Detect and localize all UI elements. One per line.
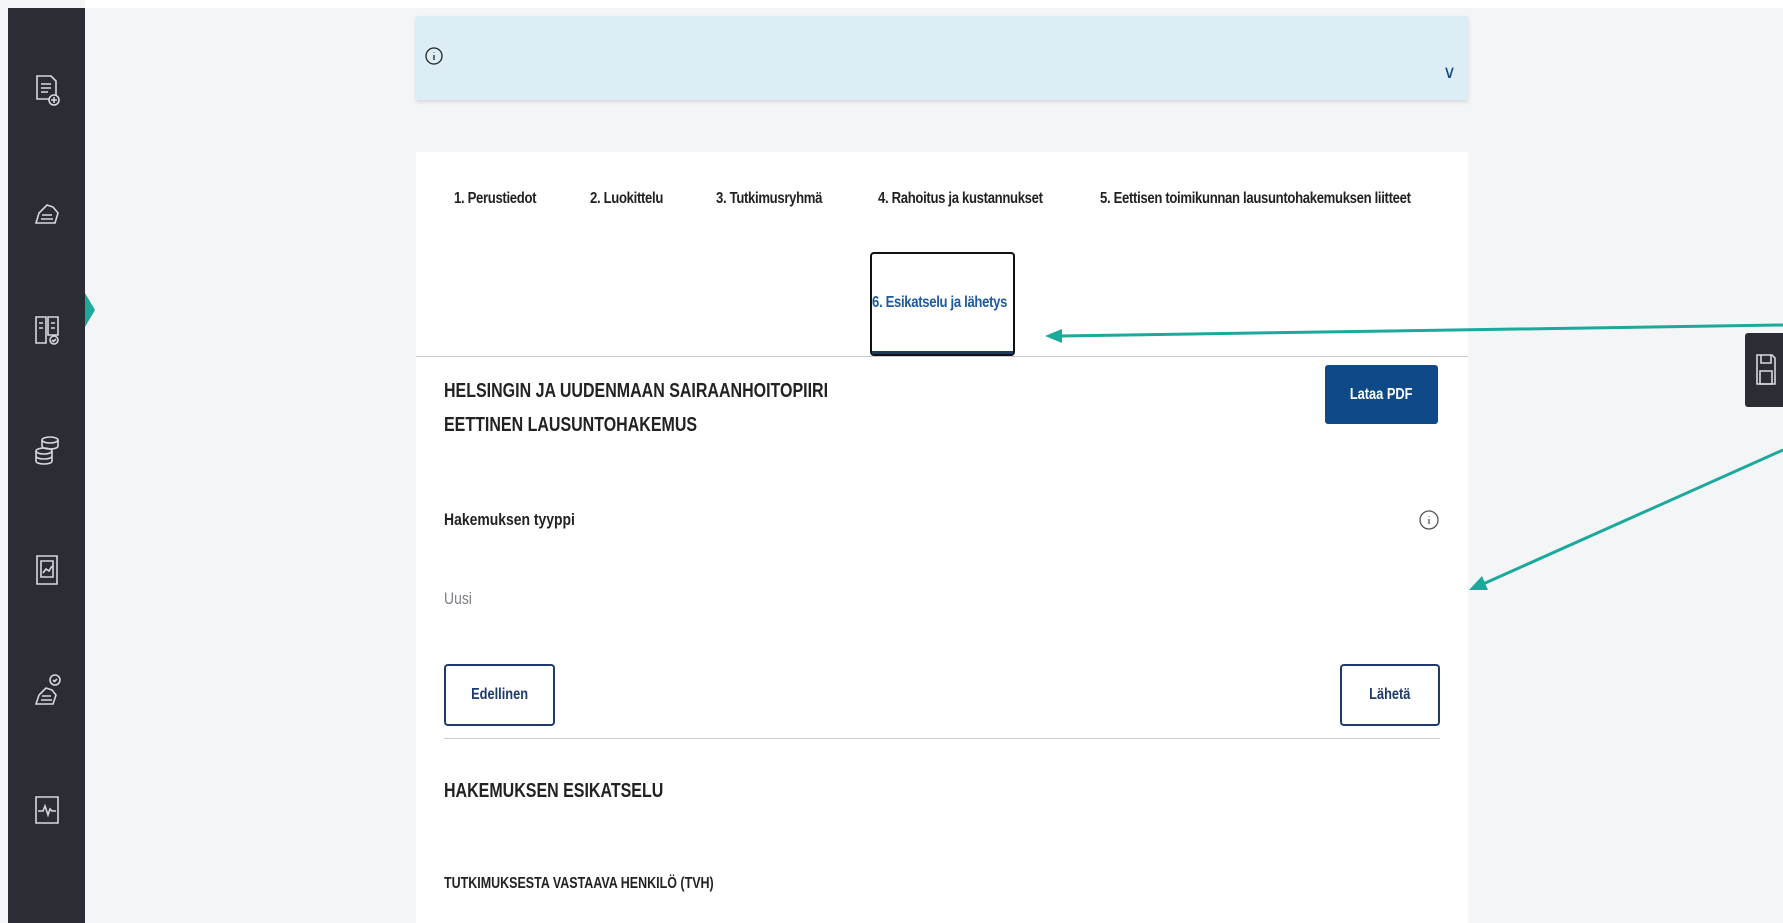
- annotation-arrowhead-send: [1469, 576, 1488, 590]
- handshake-check-icon[interactable]: [32, 673, 62, 707]
- send-button[interactable]: Lähetä: [1340, 664, 1440, 726]
- application-type-value: Uusi: [444, 589, 472, 608]
- info-icon: [424, 46, 444, 66]
- chart-report-icon[interactable]: [32, 553, 62, 587]
- tab-rahoitus[interactable]: 4. Rahoitus ja kustannukset: [878, 190, 1043, 208]
- documents-check-icon[interactable]: [32, 313, 62, 347]
- annotation-arrow-send: [1482, 448, 1783, 586]
- send-button-label: Lähetä: [1369, 686, 1411, 703]
- pulse-icon[interactable]: [32, 793, 62, 827]
- tab-liitteet[interactable]: 5. Eettisen toimikunnan lausuntohakemuks…: [1100, 190, 1411, 208]
- active-tab-underline: [872, 351, 1013, 354]
- top-strip: [85, 0, 1783, 8]
- active-tab-label: 6. Esikatselu ja lähetys: [872, 294, 1008, 311]
- application-type-label: Hakemuksen tyyppi: [444, 510, 575, 529]
- new-document-icon[interactable]: [32, 73, 62, 107]
- handshake-icon[interactable]: [32, 193, 62, 227]
- step-tabs: 1. Perustiedot 2. Luokittelu 3. Tutkimus…: [416, 152, 1468, 357]
- tab-luokittelu[interactable]: 2. Luokittelu: [590, 190, 663, 208]
- responsible-person-heading: TUTKIMUKSESTA VASTAAVA HENKILÖ (TVH): [444, 875, 714, 892]
- floating-save-panel[interactable]: [1745, 333, 1783, 407]
- tab-esikatselu-active[interactable]: 6. Esikatselu ja lähetys: [870, 252, 1015, 356]
- tab-tutkimusryhma[interactable]: 3. Tutkimusryhmä: [716, 190, 822, 208]
- form-type-title: EETTINEN LAUSUNTOHAKEMUS: [444, 414, 698, 436]
- organization-name: HELSINGIN JA UUDENMAAN SAIRAANHOITOPIIRI: [444, 380, 829, 402]
- sidebar: [8, 8, 85, 923]
- preview-section-title: HAKEMUKSEN ESIKATSELU: [444, 780, 664, 802]
- application-form-card: 1. Perustiedot 2. Luokittelu 3. Tutkimus…: [416, 152, 1468, 923]
- info-banner[interactable]: ∨: [416, 16, 1468, 100]
- info-icon[interactable]: [1418, 509, 1440, 531]
- application-page: ∨ 1. Perustiedot 2. Luokittelu 3. Tutkim…: [0, 0, 1783, 923]
- download-pdf-button[interactable]: Lataa PDF: [1325, 365, 1438, 424]
- active-nav-indicator: [85, 293, 95, 327]
- download-pdf-label: Lataa PDF: [1350, 385, 1413, 403]
- tab-perustiedot[interactable]: 1. Perustiedot: [454, 190, 537, 208]
- section-divider: [444, 738, 1440, 739]
- save-icon: [1756, 354, 1776, 385]
- previous-button[interactable]: Edellinen: [444, 664, 555, 726]
- coins-icon[interactable]: [32, 433, 62, 467]
- chevron-down-icon[interactable]: ∨: [1443, 62, 1456, 83]
- form-header-title: HELSINGIN JA UUDENMAAN SAIRAANHOITOPIIRI…: [444, 374, 828, 442]
- previous-button-label: Edellinen: [471, 686, 528, 703]
